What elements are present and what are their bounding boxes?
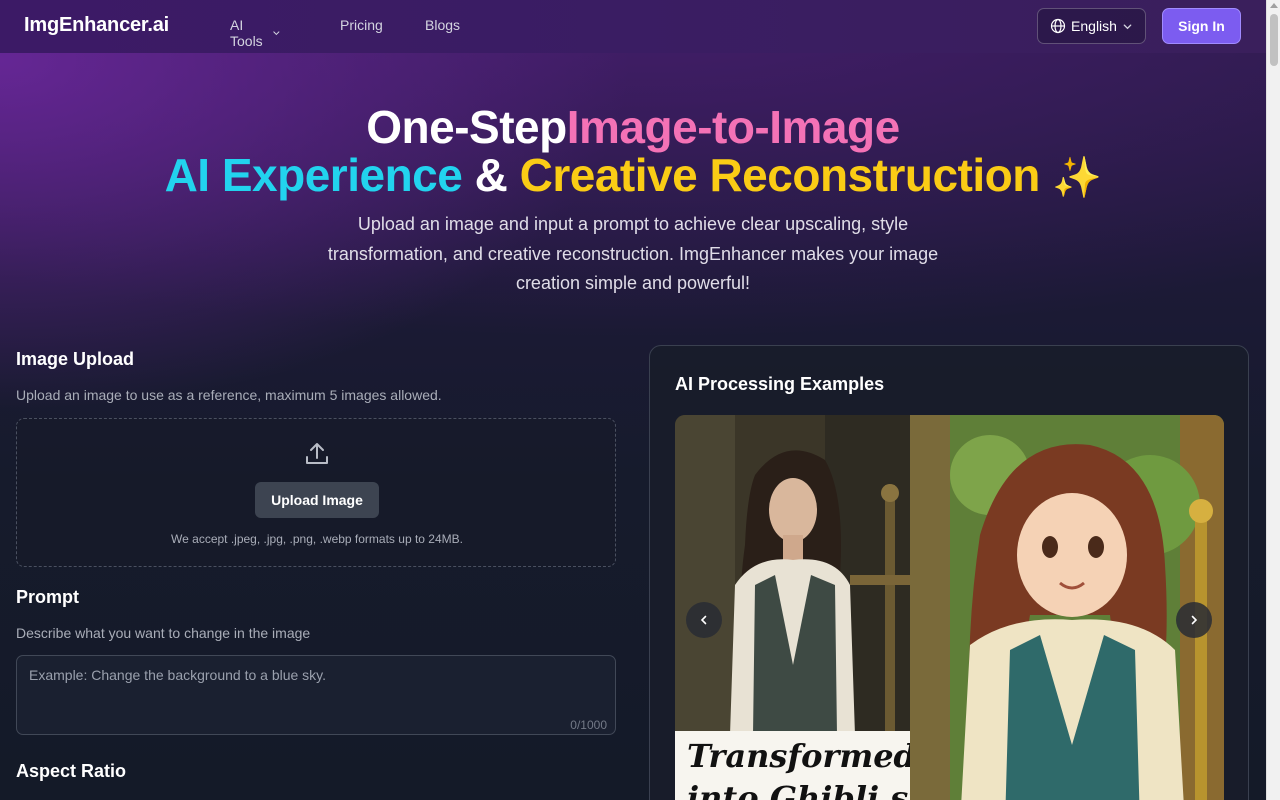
- top-navbar: ImgEnhancer.ai AI Tools Pricing Blogs En…: [0, 0, 1266, 53]
- prompt-placeholder: Example: Change the background to a blue…: [29, 667, 327, 683]
- scroll-up-arrow-icon[interactable]: [1270, 3, 1278, 8]
- carousel-prev-button[interactable]: [686, 602, 722, 638]
- examples-title: AI Processing Examples: [675, 374, 885, 394]
- upload-image-button[interactable]: Upload Image: [255, 482, 379, 518]
- chevron-left-icon: [700, 615, 707, 625]
- nav-ai-tools-label: AI Tools: [230, 17, 263, 49]
- logo[interactable]: ImgEnhancer.ai: [24, 14, 169, 37]
- chevron-down-icon: [273, 31, 280, 36]
- prompt-description: Describe what you want to change in the …: [16, 625, 311, 641]
- upload-icon: [306, 443, 328, 464]
- caption-line: into Ghibli style: [687, 779, 910, 800]
- language-label: English: [1071, 18, 1117, 34]
- sparkles-icon: ✨: [1052, 156, 1102, 200]
- image-upload-description: Upload an image to use as a reference, m…: [16, 387, 442, 403]
- hero-title-line2: AI Experience & Creative Reconstruction …: [0, 148, 1266, 202]
- hero-title-part: Image-to-Image: [566, 101, 900, 153]
- globe-icon: [1050, 18, 1066, 34]
- prompt-char-counter: 0/1000: [570, 718, 607, 732]
- caption-line: Transformed: [687, 737, 910, 775]
- prompt-title: Prompt: [16, 587, 79, 607]
- nav-ai-tools[interactable]: AI Tools: [230, 17, 281, 49]
- transformed-image-illustration: [910, 415, 1224, 800]
- nav-blogs[interactable]: Blogs: [425, 17, 460, 33]
- upload-dropzone[interactable]: Upload Image We accept .jpeg, .jpg, .png…: [16, 418, 616, 567]
- hero-title-part: Creative Reconstruction: [519, 149, 1041, 201]
- nav-pricing[interactable]: Pricing: [340, 17, 383, 33]
- example-carousel: Transformed into Ghibli style: [675, 415, 1224, 800]
- sign-in-button[interactable]: Sign In: [1162, 8, 1241, 44]
- image-upload-title: Image Upload: [16, 349, 135, 369]
- page-scrollbar[interactable]: [1266, 0, 1280, 800]
- hero-title-part: &: [462, 149, 520, 201]
- prompt-textarea[interactable]: Example: Change the background to a blue…: [16, 655, 616, 735]
- hero-subtitle-line: Upload an image and input a prompt to ac…: [357, 214, 909, 234]
- scrollbar-thumb[interactable]: [1270, 14, 1278, 66]
- aspect-ratio-title: Aspect Ratio: [16, 761, 127, 781]
- chevron-right-icon: [1191, 615, 1198, 625]
- examples-panel: AI Processing Examples Transformed into …: [649, 345, 1249, 800]
- hero-title-line1: One-StepImage-to-Image: [0, 100, 1266, 154]
- caption-box: Transformed into Ghibli style: [675, 731, 910, 800]
- carousel-next-button[interactable]: [1176, 602, 1212, 638]
- caption-text: Transformed into Ghibli style: [687, 735, 910, 800]
- hero-subtitle: Upload an image and input a prompt to ac…: [308, 210, 958, 299]
- hero-title-part: AI Experience: [164, 149, 463, 201]
- chevron-down-icon: [1123, 23, 1132, 29]
- hero-title-part: One-Step: [366, 101, 567, 153]
- language-selector[interactable]: English: [1037, 8, 1146, 44]
- upload-format-note: We accept .jpeg, .jpg, .png, .webp forma…: [171, 532, 463, 546]
- transformed-image: [910, 415, 1224, 800]
- hero-subtitle-line: transformation, and creative reconstruct…: [327, 243, 939, 264]
- hero-subtitle-line: creation simple and powerful!: [515, 273, 751, 293]
